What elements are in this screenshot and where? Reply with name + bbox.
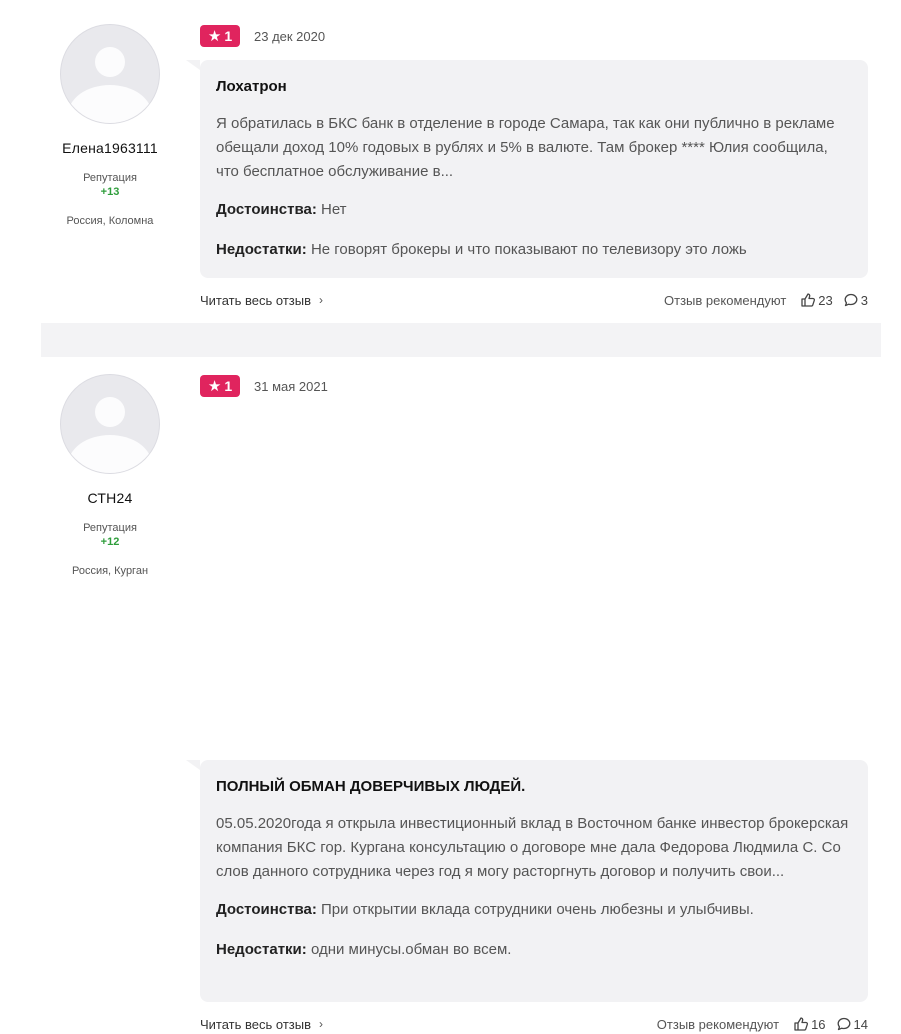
review-pros: Достоинства: При открытии вклада сотрудн… bbox=[216, 900, 852, 920]
comment-icon bbox=[844, 293, 858, 307]
reputation-value: +12 bbox=[100, 536, 120, 548]
read-more-link[interactable]: Читать весь отзыв › bbox=[200, 293, 323, 308]
author-location: Россия, Коломна bbox=[66, 215, 154, 227]
reputation-label: Репутация bbox=[83, 522, 137, 534]
review-text: 05.05.2020года я открыла инвестиционный … bbox=[216, 815, 849, 880]
like-button[interactable]: 16 bbox=[793, 1016, 826, 1032]
chevron-right-icon: › bbox=[319, 1017, 324, 1031]
user-placeholder-icon bbox=[95, 397, 125, 427]
star-icon: ★ bbox=[207, 27, 222, 45]
comments-count: 14 bbox=[853, 1016, 868, 1032]
avatar[interactable] bbox=[60, 24, 160, 124]
thumbs-up-icon bbox=[801, 293, 816, 307]
review-date: 31 мая 2021 bbox=[254, 378, 328, 394]
read-more-label: Читать весь отзыв bbox=[200, 292, 312, 308]
rating-value: 1 bbox=[224, 28, 233, 44]
review-body: Лохатрон Я обратилась в БКС банк в отдел… bbox=[186, 60, 868, 278]
review-date: 23 дек 2020 bbox=[254, 28, 326, 44]
author-location: Россия, Курган bbox=[71, 565, 149, 577]
star-icon: ★ bbox=[207, 377, 222, 395]
rating-badge: ★ 1 bbox=[200, 25, 240, 47]
user-placeholder-icon bbox=[95, 47, 125, 77]
review-title[interactable]: Лохатрон bbox=[216, 78, 852, 95]
cons-label: Недостатки: bbox=[216, 941, 307, 958]
recommend-label: Отзыв рекомендуют bbox=[664, 292, 787, 308]
review-author: Елена1963111 Репутация +13 Россия, Колом… bbox=[40, 0, 180, 227]
cons-text: Не говорят брокеры и что показывают по т… bbox=[310, 241, 747, 258]
comment-icon bbox=[837, 1017, 850, 1031]
reputation-label: Репутация bbox=[83, 172, 137, 184]
rating-value: 1 bbox=[224, 378, 233, 394]
review-text: Я обратилась в БКС банк в отделение в го… bbox=[216, 115, 835, 180]
pros-label: Достоинства: bbox=[216, 201, 317, 218]
likes-count: 23 bbox=[818, 292, 833, 308]
comments-button[interactable]: 3 bbox=[843, 292, 868, 308]
pros-label: Достоинства: bbox=[216, 901, 317, 918]
cons-text: одни минусы.обман во всем. bbox=[310, 941, 512, 958]
pros-text: Нет bbox=[321, 201, 347, 218]
chevron-right-icon: › bbox=[319, 293, 324, 307]
pros-text: При открытии вклада сотрудники очень люб… bbox=[321, 901, 754, 918]
author-username[interactable]: Елена1963111 bbox=[40, 140, 180, 156]
comments-count: 3 bbox=[860, 292, 868, 308]
review-cons: Недостатки: Не говорят брокеры и что пок… bbox=[216, 240, 852, 260]
review-footer: Читать весь отзыв › Отзыв рекомендуют 23… bbox=[200, 290, 868, 310]
recommend-label: Отзыв рекомендуют bbox=[656, 1016, 780, 1032]
review-body: ПОЛНЫЙ ОБМАН ДОВЕРЧИВЫХ ЛЮДЕЙ. 05.05.202… bbox=[186, 760, 868, 1002]
author-username[interactable]: СТН24 bbox=[40, 490, 180, 506]
like-button[interactable]: 23 bbox=[800, 292, 833, 308]
review-title[interactable]: ПОЛНЫЙ ОБМАН ДОВЕРЧИВЫХ ЛЮДЕЙ. bbox=[216, 778, 852, 795]
reputation-value: +13 bbox=[100, 186, 120, 198]
rating-badge: ★ 1 bbox=[200, 375, 240, 397]
review-footer: Читать весь отзыв › Отзыв рекомендуют 16… bbox=[200, 1014, 868, 1034]
thumbs-up-icon bbox=[794, 1017, 809, 1031]
review-cons: Недостатки: одни минусы.обман во всем. bbox=[216, 940, 852, 960]
read-more-link[interactable]: Читать весь отзыв › bbox=[200, 1017, 323, 1032]
read-more-label: Читать весь отзыв bbox=[200, 1016, 312, 1032]
review-pros: Достоинства: Нет bbox=[216, 200, 852, 220]
avatar[interactable] bbox=[60, 374, 160, 474]
comments-button[interactable]: 14 bbox=[836, 1016, 868, 1032]
cons-label: Недостатки: bbox=[216, 241, 307, 258]
review-meta: ★ 1 31 мая 2021 bbox=[200, 375, 328, 397]
review-author: СТН24 Репутация +12 Россия, Курган bbox=[40, 350, 180, 577]
likes-count: 16 bbox=[811, 1016, 826, 1032]
review-meta: ★ 1 23 дек 2020 bbox=[200, 25, 325, 47]
